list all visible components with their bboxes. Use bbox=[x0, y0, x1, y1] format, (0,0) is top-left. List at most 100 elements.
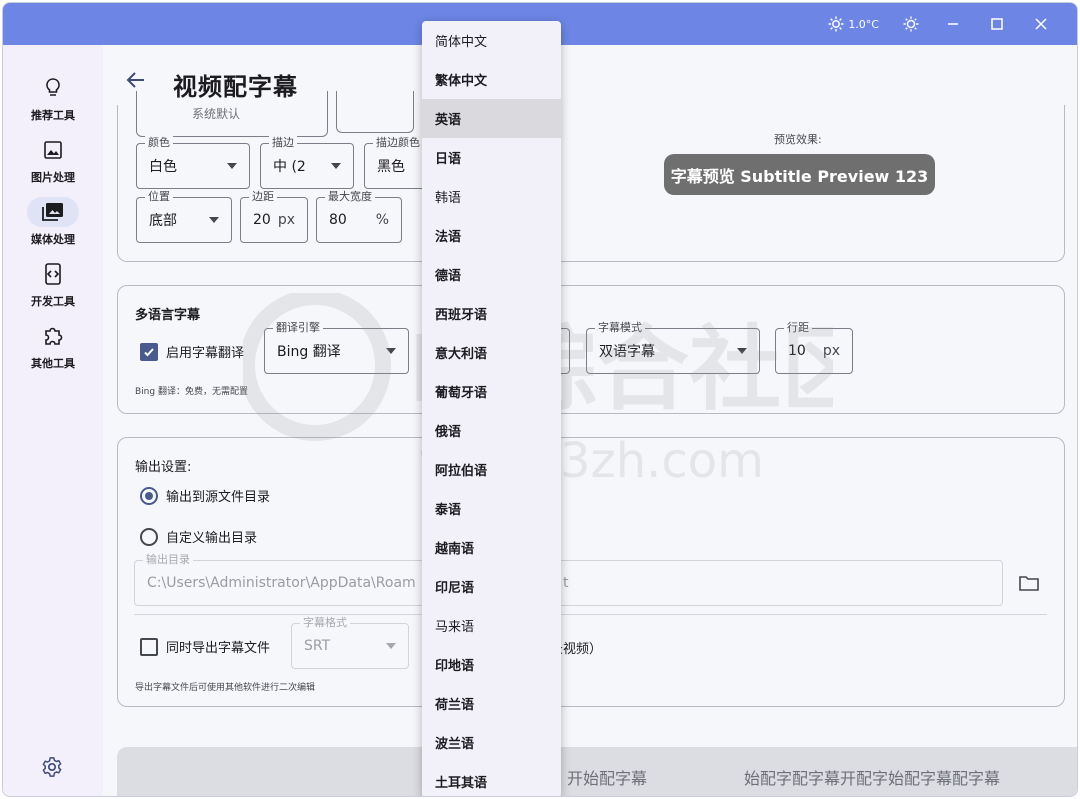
language-option-highlighted[interactable]: 英语 bbox=[422, 99, 561, 138]
enable-translation-checkbox[interactable]: 启用字幕翻译 bbox=[140, 342, 244, 361]
sidebar-item-label: 其他工具 bbox=[31, 357, 75, 370]
subtitle-mode-select[interactable]: 字幕模式 双语字幕 bbox=[586, 321, 760, 374]
position-label: 位置 bbox=[145, 190, 173, 204]
folder-icon[interactable] bbox=[1019, 575, 1039, 591]
sidebar-item-media[interactable]: 媒体处理 bbox=[3, 197, 103, 247]
output-dir-input[interactable]: 输出目录 C:\Users\Administrator\AppData\Roam… bbox=[134, 553, 1003, 606]
sidebar-item-dev[interactable]: 开发工具 bbox=[3, 259, 103, 309]
weather-widget[interactable]: 1.0°C bbox=[816, 3, 891, 45]
close-button[interactable] bbox=[1019, 3, 1057, 45]
language-option[interactable]: 印尼语 bbox=[422, 567, 561, 606]
sidebar-item-label: 推荐工具 bbox=[31, 109, 75, 122]
output-dir-value-tail: t bbox=[563, 575, 569, 591]
subtitle-preview: 字幕预览 Subtitle Preview 123 bbox=[664, 154, 935, 195]
language-option[interactable]: 韩语 bbox=[422, 177, 561, 216]
output-settings-card: 输出设置: 输出到源文件目录 自定义输出目录 输出目录 C:\Users\Adm… bbox=[117, 437, 1065, 707]
start-button[interactable]: 开始配字幕 始配字配字幕开配字始配字幕配字幕 bbox=[117, 747, 1077, 796]
maximize-button[interactable] bbox=[975, 3, 1019, 45]
language-option[interactable]: 意大利语 bbox=[422, 333, 561, 372]
back-arrow-icon[interactable] bbox=[125, 69, 147, 91]
color-select[interactable]: 颜色 白色 bbox=[136, 136, 250, 189]
close-icon bbox=[1035, 18, 1047, 30]
export-subtitle-label: 同时导出字幕文件 bbox=[166, 641, 271, 656]
engine-value: Bing 翻译 bbox=[277, 344, 341, 360]
checkbox-checked-icon bbox=[140, 342, 158, 361]
subtitle-style-card: 系统默认 颜色 白色 描边 中 (2 描边颜色 黑色 位置 底部 边距 20 p… bbox=[117, 91, 1065, 262]
title-bar-controls: 1.0°C bbox=[816, 3, 1057, 45]
position-select[interactable]: 位置 底部 bbox=[136, 190, 232, 243]
settings-gear-icon[interactable] bbox=[41, 756, 63, 778]
output-title: 输出设置: bbox=[135, 460, 192, 475]
language-option[interactable]: 西班牙语 bbox=[422, 294, 561, 333]
dropdown-arrow-icon bbox=[227, 163, 237, 169]
radio-unselected-icon bbox=[140, 527, 158, 546]
language-option[interactable]: 波兰语 bbox=[422, 723, 561, 762]
radio-output-custom[interactable]: 自定义输出目录 bbox=[140, 527, 257, 546]
language-option[interactable]: 阿拉伯语 bbox=[422, 450, 561, 489]
subtitle-format-select[interactable]: 字幕格式 SRT bbox=[291, 616, 409, 669]
translation-engine-select[interactable]: 翻译引擎 Bing 翻译 bbox=[264, 321, 409, 374]
dropdown-arrow-icon bbox=[386, 643, 396, 649]
language-dropdown-menu: 简体中文 繁体中文 英语 日语 韩语 法语 德语 西班牙语 意大利语 葡萄牙语 … bbox=[422, 21, 561, 796]
stroke-color-value: 黑色 bbox=[377, 159, 405, 175]
translation-note: Bing 翻译：免费，无需配置 bbox=[135, 387, 248, 397]
mode-label: 字幕模式 bbox=[595, 321, 645, 335]
media-library-icon bbox=[42, 203, 63, 221]
main-content: 视频配字幕 系统默认 颜色 白色 描边 中 (2 描边颜色 黑色 位置 底部 边… bbox=[103, 45, 1077, 796]
language-option[interactable]: 繁体中文 bbox=[422, 60, 561, 99]
stroke-label: 描边 bbox=[269, 136, 297, 150]
radio-selected-icon bbox=[140, 486, 158, 505]
export-subtitle-checkbox[interactable]: 同时导出字幕文件 bbox=[140, 637, 270, 656]
stroke-value: 中 (2 bbox=[273, 159, 306, 175]
language-option[interactable]: 法语 bbox=[422, 216, 561, 255]
language-option[interactable]: 越南语 bbox=[422, 528, 561, 567]
max-width-field[interactable]: 最大宽度 80 % bbox=[316, 190, 402, 243]
stroke-select[interactable]: 描边 中 (2 bbox=[260, 136, 354, 189]
language-option[interactable]: 德语 bbox=[422, 255, 561, 294]
minimize-button[interactable] bbox=[931, 3, 975, 45]
temperature-text: 1.0°C bbox=[848, 17, 879, 31]
language-option[interactable]: 土耳其语 bbox=[422, 762, 561, 796]
color-value: 白色 bbox=[149, 159, 177, 175]
theme-toggle-button[interactable] bbox=[891, 3, 931, 45]
language-option[interactable]: 日语 bbox=[422, 138, 561, 177]
margin-unit: px bbox=[277, 212, 295, 228]
language-option[interactable]: 马来语 bbox=[422, 606, 561, 645]
line-spacing-value: 10 bbox=[788, 343, 806, 359]
stroke-color-label: 描边颜色 bbox=[373, 136, 423, 150]
sidebar-item-label: 图片处理 bbox=[31, 171, 75, 184]
radio-output-source-label: 输出到源文件目录 bbox=[166, 490, 271, 505]
sidebar: 推荐工具 图片处理 媒体处理 开发工具 其他工具 bbox=[3, 45, 103, 796]
image-icon bbox=[44, 141, 62, 159]
app-window: 1.0°C 推荐工具 图片处理 媒体处理 开发工具 其他工具 视频配字幕 系统默… bbox=[2, 2, 1078, 797]
language-option[interactable]: 葡萄牙语 bbox=[422, 372, 561, 411]
radio-output-source[interactable]: 输出到源文件目录 bbox=[140, 486, 270, 505]
dropdown-arrow-icon bbox=[331, 163, 341, 169]
dropdown-arrow-icon bbox=[386, 348, 396, 354]
sidebar-item-other[interactable]: 其他工具 bbox=[3, 321, 103, 371]
start-button-label: 开始配字幕 bbox=[567, 769, 648, 788]
language-option[interactable]: 荷兰语 bbox=[422, 684, 561, 723]
puzzle-icon bbox=[45, 327, 63, 345]
multilang-title: 多语言字幕 bbox=[135, 308, 201, 323]
font-size-field[interactable] bbox=[336, 91, 414, 133]
language-option[interactable]: 俄语 bbox=[422, 411, 561, 450]
font-select[interactable]: 系统默认 bbox=[136, 91, 328, 137]
max-width-unit: % bbox=[375, 212, 389, 228]
language-option[interactable]: 简体中文 bbox=[422, 21, 561, 60]
dropdown-arrow-icon bbox=[209, 217, 219, 223]
language-option[interactable]: 印地语 bbox=[422, 645, 561, 684]
preview-label: 预览效果: bbox=[774, 133, 822, 146]
mode-value: 双语字幕 bbox=[599, 344, 655, 360]
color-label: 颜色 bbox=[145, 136, 173, 150]
sidebar-item-image[interactable]: 图片处理 bbox=[3, 135, 103, 185]
sidebar-item-label: 开发工具 bbox=[31, 295, 75, 308]
sidebar-item-recommended[interactable]: 推荐工具 bbox=[3, 73, 103, 123]
language-option[interactable]: 泰语 bbox=[422, 489, 561, 528]
margin-value: 20 bbox=[253, 212, 271, 228]
maximize-icon bbox=[991, 18, 1003, 30]
minimize-icon bbox=[948, 23, 958, 25]
position-value: 底部 bbox=[149, 213, 177, 229]
line-spacing-field[interactable]: 行距 10 px bbox=[775, 321, 853, 374]
margin-field[interactable]: 边距 20 px bbox=[240, 190, 308, 243]
